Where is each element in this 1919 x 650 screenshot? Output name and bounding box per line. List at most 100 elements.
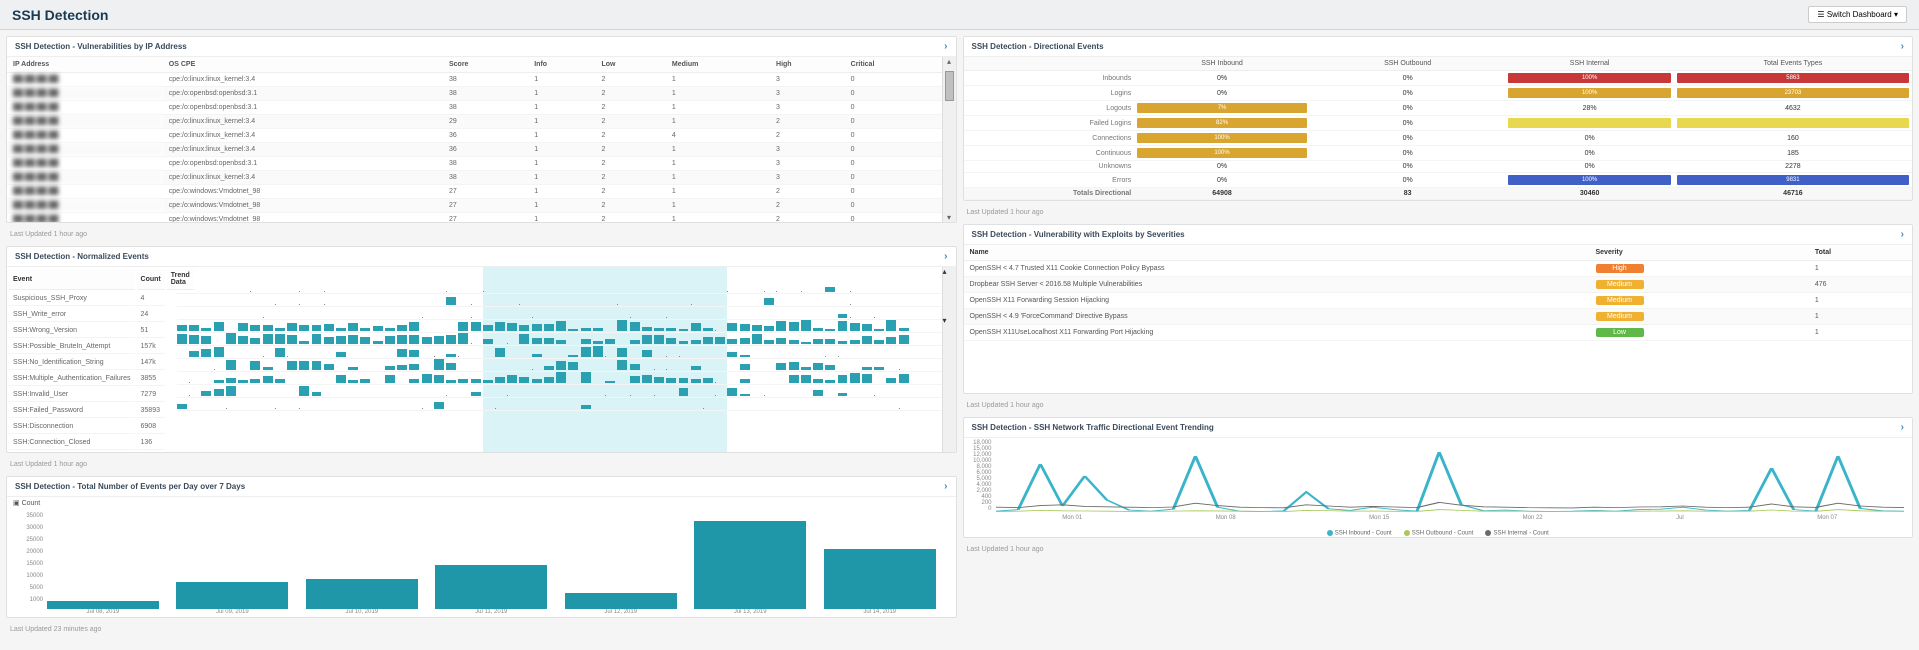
column-header[interactable]: Info (528, 57, 595, 73)
table-row: Connections100%0%0%160 (964, 131, 1913, 146)
table-row[interactable]: ██.██.██.██cpe:/o:openbsd:openbsd:3.1381… (7, 157, 942, 171)
table-row: Errors0%0%100%9831 (964, 173, 1913, 188)
scrollbar[interactable]: ▴ ▾ (942, 267, 956, 452)
scroll-down-icon[interactable]: ▾ (943, 316, 956, 325)
x-tick: Jul 08, 2019 (47, 609, 159, 615)
x-tick: Mon 01 (1062, 515, 1082, 521)
totals-row: Totals Directional64908833046046716 (964, 188, 1913, 200)
table-row: Logouts7%0%28%4632 (964, 101, 1913, 116)
scroll-up-icon[interactable]: ▴ (943, 57, 956, 66)
x-tick: Jul 11, 2019 (435, 609, 547, 615)
column-header[interactable]: Total (1809, 245, 1912, 261)
panel-vuln-by-ip: SSH Detection - Vulnerabilities by IP Ad… (6, 36, 957, 223)
bar[interactable] (435, 565, 547, 609)
table-row[interactable]: SSH:Possible_BruteIn_Attempt157k (9, 340, 194, 354)
x-tick: Jul 09, 2019 (176, 609, 288, 615)
legend-item[interactable]: SSH Internal - Count (1485, 530, 1548, 537)
x-tick: Jul 13, 2019 (694, 609, 806, 615)
panel-directional-events: SSH Detection - Directional Events › SSH… (963, 36, 1914, 201)
expand-icon[interactable]: › (944, 251, 947, 262)
table-row[interactable]: SSH:Failed_Password35893 (9, 404, 194, 418)
table-row[interactable]: SSH:Invalid_User7279 (9, 388, 194, 402)
column-header[interactable]: Critical (845, 57, 942, 73)
column-header[interactable]: Medium (666, 57, 770, 73)
table-row[interactable]: SSH:Wrong_Version51 (9, 324, 194, 338)
series-toggle[interactable]: ▣ Count (7, 497, 956, 509)
bar[interactable] (694, 521, 806, 609)
switch-dashboard-button[interactable]: ☰ Switch Dashboard ▾ (1808, 6, 1907, 23)
table-row[interactable]: ██.██.██.██cpe:/o:windows:Vmdotnet_98271… (7, 199, 942, 213)
table-row[interactable]: OpenSSH < 4.7 Trusted X11 Cookie Connect… (964, 261, 1913, 277)
table-row: Continuous100%0%0%185 (964, 146, 1913, 161)
table-row[interactable]: SSH:No_Identification_String147k (9, 356, 194, 370)
line-series (996, 452, 1905, 512)
expand-icon[interactable]: › (1901, 422, 1904, 433)
panel-trending: SSH Detection - SSH Network Traffic Dire… (963, 417, 1914, 538)
table-row[interactable]: ██.██.██.██cpe:/o:linux:linux_kernel:3.4… (7, 143, 942, 157)
column-header[interactable]: Score (443, 57, 528, 73)
table-row: Failed Logins82%0% (964, 116, 1913, 131)
expand-icon[interactable]: › (1901, 229, 1904, 240)
scroll-down-icon[interactable]: ▾ (943, 213, 956, 222)
column-header: Total Events Types (1674, 57, 1912, 71)
table-row[interactable]: ██.██.██.██cpe:/o:windows:Vmdotnet_98271… (7, 185, 942, 199)
top-bar: SSH Detection ☰ Switch Dashboard ▾ (0, 0, 1919, 30)
bar[interactable] (47, 601, 159, 609)
table-row[interactable]: OpenSSH X11UseLocalhost X11 Forwarding P… (964, 325, 1913, 341)
column-header: SSH Outbound (1310, 57, 1506, 71)
legend-item[interactable]: SSH Outbound - Count (1404, 530, 1474, 537)
table-row[interactable]: OpenSSH X11 Forwarding Session Hijacking… (964, 293, 1913, 309)
table-row[interactable]: ██.██.██.██cpe:/o:linux:linux_kernel:3.4… (7, 171, 942, 185)
directional-table: SSH InboundSSH OutboundSSH InternalTotal… (964, 57, 1913, 200)
bar[interactable] (824, 549, 936, 609)
table-row[interactable]: Suspicious_SSH_Proxy4 (9, 292, 194, 306)
table-row[interactable]: ██.██.██.██cpe:/o:windows:Vmdotnet_98271… (7, 213, 942, 223)
table-row[interactable]: SSH:Multiple_Authentication_Failures3855 (9, 372, 194, 386)
panel-exploits: SSH Detection - Vulnerability with Explo… (963, 224, 1914, 394)
column-header[interactable]: Count (137, 269, 165, 290)
table-row[interactable]: Dropbear SSH Server < 2016.58 Multiple V… (964, 277, 1913, 293)
expand-icon[interactable]: › (944, 481, 947, 492)
table-row[interactable]: ██.██.██.██cpe:/o:linux:linux_kernel:3.4… (7, 73, 942, 87)
scroll-thumb[interactable] (943, 276, 956, 316)
expand-icon[interactable]: › (1901, 41, 1904, 52)
bar[interactable] (306, 579, 418, 609)
table-row: Inbounds0%0%100%5863 (964, 71, 1913, 86)
column-header[interactable]: Name (964, 245, 1590, 261)
vuln-table: IP AddressOS CPEScoreInfoLowMediumHighCr… (7, 57, 942, 222)
panel-normalized-events: SSH Detection - Normalized Events › Even… (6, 246, 957, 453)
table-row[interactable]: SSH:Disconnection6908 (9, 420, 194, 434)
column-header[interactable]: Severity (1590, 245, 1809, 261)
column-header[interactable]: Low (595, 57, 665, 73)
normalized-events-table: EventCountTrend Data Suspicious_SSH_Prox… (7, 267, 196, 452)
panel-title: SSH Detection - SSH Network Traffic Dire… (972, 423, 1214, 432)
x-tick: Jul 14, 2019 (824, 609, 936, 615)
table-row[interactable]: ██.██.██.██cpe:/o:linux:linux_kernel:3.4… (7, 129, 942, 143)
last-updated: Last Updated 1 hour ago (963, 400, 1914, 411)
table-row[interactable]: OpenSSH < 4.9 'ForceCommand' Directive B… (964, 309, 1913, 325)
table-row[interactable]: SSH:Connection_Closed136 (9, 436, 194, 450)
scroll-up-icon[interactable]: ▴ (943, 267, 956, 276)
page-title: SSH Detection (12, 7, 108, 23)
table-row[interactable]: SSH_Write_error24 (9, 308, 194, 322)
last-updated: Last Updated 1 hour ago (963, 544, 1914, 555)
column-header[interactable]: High (770, 57, 845, 73)
line-series (996, 502, 1905, 508)
table-row[interactable]: ██.██.██.██cpe:/o:linux:linux_kernel:3.4… (7, 115, 942, 129)
bar[interactable] (565, 593, 677, 609)
table-row: Unknowns0%0%0%2278 (964, 161, 1913, 173)
scrollbar[interactable]: ▴ ▾ (942, 57, 956, 222)
table-row[interactable]: ██.██.██.██cpe:/o:openbsd:openbsd:3.1381… (7, 101, 942, 115)
bar[interactable] (176, 582, 288, 609)
legend-item[interactable]: SSH Inbound - Count (1327, 530, 1392, 537)
column-header[interactable]: OS CPE (163, 57, 443, 73)
table-row: Logins0%0%100%23703 (964, 86, 1913, 101)
column-header: SSH Internal (1505, 57, 1673, 71)
table-row[interactable]: ██.██.██.██cpe:/o:openbsd:openbsd:3.1381… (7, 87, 942, 101)
expand-icon[interactable]: › (944, 41, 947, 52)
panel-title: SSH Detection - Normalized Events (15, 252, 149, 261)
scroll-thumb[interactable] (945, 71, 954, 101)
column-header[interactable]: Event (9, 269, 135, 290)
column-header[interactable]: IP Address (7, 57, 163, 73)
panel-title: SSH Detection - Vulnerability with Explo… (972, 230, 1185, 239)
